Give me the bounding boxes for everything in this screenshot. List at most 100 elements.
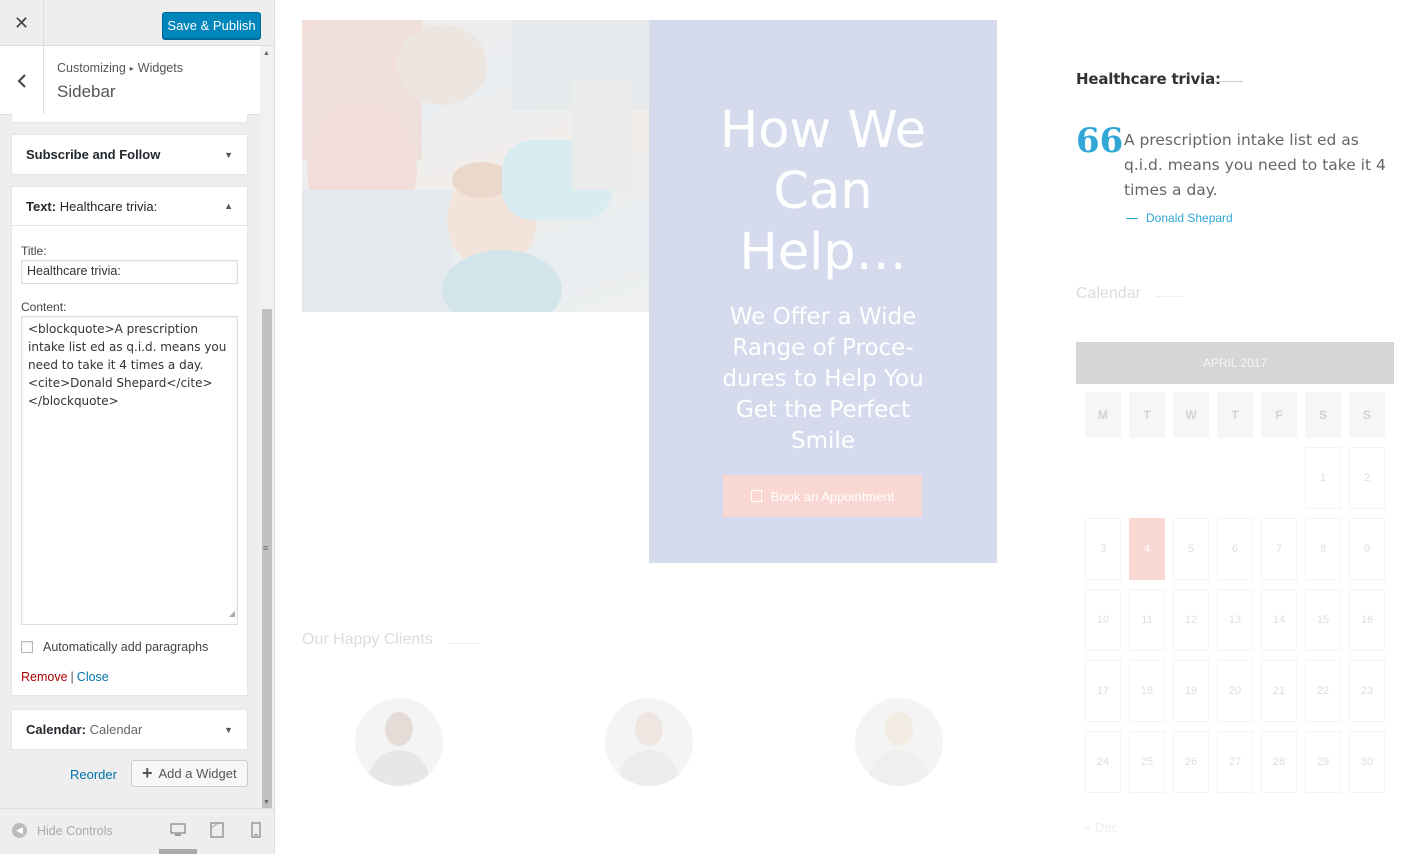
customizer-header-actions: ✕ Save & Publish: [0, 0, 274, 46]
calendar-day[interactable]: 21: [1261, 660, 1297, 722]
breadcrumb-separator: ▸: [129, 64, 134, 73]
widget-partial-above: [11, 114, 248, 123]
resize-handle-icon[interactable]: ◢: [229, 605, 235, 623]
auto-paragraphs-row: Automatically add paragraphs: [21, 640, 208, 654]
clients-heading: Our Happy Clients: [302, 631, 478, 648]
close-link[interactable]: Close: [77, 670, 109, 684]
calendar-day[interactable]: 1: [1305, 447, 1341, 509]
client-avatar: [855, 698, 943, 786]
calendar-day[interactable]: 8: [1305, 518, 1341, 580]
expand-arrow-icon[interactable]: ▼: [224, 725, 233, 735]
trivia-cite-name: Donald Shepard: [1146, 211, 1233, 225]
auto-paragraphs-checkbox[interactable]: [21, 641, 33, 653]
calendar-day[interactable]: 2: [1349, 447, 1385, 509]
calendar-day[interactable]: 16: [1349, 589, 1385, 651]
calendar-day[interactable]: 24: [1085, 731, 1121, 793]
breadcrumb-section: Widgets: [137, 61, 183, 75]
auto-paragraphs-label[interactable]: Automatically add paragraphs: [43, 640, 208, 654]
calendar-day[interactable]: 14: [1261, 589, 1297, 651]
actions-separator: |: [70, 670, 74, 684]
calendar-day[interactable]: 28: [1261, 731, 1297, 793]
content-textarea-value: <blockquote>A prescription intake list e…: [28, 322, 227, 408]
add-widget-button[interactable]: + Add a Widget: [131, 760, 248, 787]
customizer-footer: ◀ Hide Controls: [0, 808, 274, 854]
book-appointment-button[interactable]: Book an Appointment: [723, 475, 922, 517]
calendar-day[interactable]: 3: [1085, 518, 1121, 580]
sidebar-scrollbar[interactable]: ▲ ≡ ▼: [260, 46, 274, 854]
customizer-sidebar: ✕ Save & Publish Customizing ▸ Widgets Sid…: [0, 0, 275, 854]
scroll-thumb[interactable]: [262, 309, 272, 854]
calendar-day[interactable]: 10: [1085, 589, 1121, 651]
calendar-day[interactable]: 11: [1129, 589, 1165, 651]
widget-header[interactable]: Text: Healthcare trivia: ▲: [12, 187, 247, 226]
calendar-day[interactable]: 22: [1305, 660, 1341, 722]
hide-controls-button[interactable]: ◀ Hide Controls: [12, 823, 113, 838]
widget-calendar[interactable]: Calendar: Calendar ▼: [11, 709, 248, 750]
calendar-day[interactable]: 5: [1173, 518, 1209, 580]
title-input[interactable]: Healthcare trivia:: [21, 260, 238, 284]
tablet-icon[interactable]: [209, 822, 225, 838]
widget-subscribe-follow[interactable]: Subscribe and Follow ▼: [11, 134, 248, 175]
close-customizer-button[interactable]: ✕: [0, 0, 44, 46]
calendar-heading: Calendar: [1076, 285, 1141, 302]
trivia-heading: Healthcare trivia:: [1076, 70, 1221, 88]
calendar-day[interactable]: 6: [1217, 518, 1253, 580]
calendar-prev-link[interactable]: « Dec: [1084, 820, 1118, 835]
calendar-month: APRIL 2017: [1076, 342, 1394, 384]
remove-link[interactable]: Remove: [21, 670, 68, 684]
calendar-day[interactable]: 18: [1129, 660, 1165, 722]
calendar-day[interactable]: 25: [1129, 731, 1165, 793]
calendar-day[interactable]: 23: [1349, 660, 1385, 722]
trivia-quote: A prescription intake list ed as q.i.d. …: [1124, 131, 1386, 199]
expand-arrow-icon[interactable]: ▼: [224, 150, 233, 160]
collapse-arrow-icon[interactable]: ▲: [224, 201, 233, 211]
calendar-day[interactable]: 12: [1173, 589, 1209, 651]
widget-header[interactable]: Subscribe and Follow ▼: [12, 135, 247, 174]
widget-area-actions: Reorder + Add a Widget: [0, 760, 260, 788]
mobile-icon[interactable]: [248, 822, 264, 838]
calendar-day[interactable]: 9: [1349, 518, 1385, 580]
panel-header: Customizing ▸ Widgets Sidebar: [0, 46, 260, 115]
plus-icon: +: [142, 763, 153, 783]
calendar-day[interactable]: 7: [1261, 518, 1297, 580]
scroll-down-arrow-icon[interactable]: ▼: [263, 799, 270, 806]
panel-title: Sidebar: [57, 82, 116, 101]
calendar-day[interactable]: 13: [1217, 589, 1253, 651]
title-label: Title:: [21, 244, 47, 258]
desktop-icon[interactable]: [170, 822, 186, 838]
scroll-up-arrow-icon[interactable]: ▲: [263, 50, 270, 57]
save-publish-button[interactable]: Save & Publish: [162, 12, 261, 39]
calendar-day[interactable]: 15: [1305, 589, 1341, 651]
widget-title: Healthcare trivia:: [59, 198, 158, 214]
active-device-indicator: [159, 849, 197, 854]
calendar-weekday: T: [1217, 392, 1253, 438]
client-avatar: [605, 698, 693, 786]
calendar-day[interactable]: 17: [1085, 660, 1121, 722]
calendar-day[interactable]: 27: [1217, 731, 1253, 793]
book-appointment-label: Book an Appointment: [770, 488, 895, 504]
calendar-weekday: T: [1129, 392, 1165, 438]
heading-underline: [1214, 81, 1243, 82]
calendar-day[interactable]: 29: [1305, 731, 1341, 793]
calendar-weekday: S: [1349, 392, 1385, 438]
scroll-grip-icon: ≡: [263, 543, 269, 553]
widget-actions: Remove | Close: [21, 670, 109, 684]
calendar-weekday: F: [1261, 392, 1297, 438]
widget-type-label: Calendar:: [26, 722, 86, 737]
calendar-icon: [750, 490, 762, 502]
widget-header[interactable]: Calendar: Calendar ▼: [12, 710, 247, 749]
quote-icon: 66: [1076, 121, 1124, 161]
calendar-day[interactable]: 4: [1129, 518, 1165, 580]
calendar-day[interactable]: 26: [1173, 731, 1209, 793]
calendar-day[interactable]: 19: [1173, 660, 1209, 722]
content-textarea[interactable]: <blockquote>A prescription intake list e…: [21, 316, 238, 625]
reorder-link[interactable]: Reorder: [70, 767, 117, 782]
calendar-day[interactable]: 20: [1217, 660, 1253, 722]
cite-dash: [1126, 217, 1138, 219]
collapse-arrow-icon: ◀: [12, 823, 27, 838]
back-button[interactable]: [0, 46, 44, 115]
calendar-day[interactable]: 30: [1349, 731, 1385, 793]
widget-type-label: Text:: [26, 198, 57, 214]
heading-underline: [1156, 296, 1184, 297]
widget-title: Calendar: [89, 722, 143, 737]
